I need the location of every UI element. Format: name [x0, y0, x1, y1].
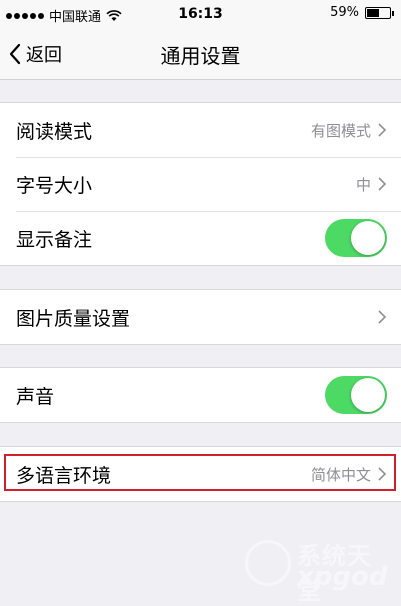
setting-label: 字号大小 [16, 171, 356, 198]
setting-row-image-quality[interactable]: 图片质量设置 [0, 290, 401, 344]
battery-icon [365, 7, 391, 19]
setting-label: 声音 [16, 382, 325, 409]
back-button[interactable]: 返回 [8, 38, 62, 70]
setting-label: 阅读模式 [16, 117, 311, 144]
chevron-right-icon [377, 176, 387, 192]
settings-group-image: 图片质量设置 [0, 289, 401, 345]
setting-row-language[interactable]: 多语言环境 简体中文 [0, 447, 401, 501]
setting-row-show-notes: 显示备注 [0, 211, 401, 265]
setting-label: 多语言环境 [16, 461, 311, 488]
setting-label: 图片质量设置 [16, 304, 371, 331]
chevron-right-icon [377, 309, 387, 325]
settings-group-sound: 声音 [0, 367, 401, 423]
back-label: 返回 [26, 41, 62, 67]
status-bar: 中国联通 16:13 59% [0, 0, 401, 28]
chevron-right-icon [377, 122, 387, 138]
setting-label: 显示备注 [16, 225, 325, 252]
watermark: 系统天堂 xpgod [245, 534, 395, 594]
show-notes-toggle[interactable] [325, 219, 387, 257]
setting-value: 中 [356, 174, 371, 195]
settings-group-reading: 阅读模式 有图模式 字号大小 中 显示备注 [0, 102, 401, 266]
chevron-left-icon [8, 43, 22, 65]
watermark-logo-icon [245, 540, 291, 586]
setting-row-font-size[interactable]: 字号大小 中 [0, 157, 401, 211]
setting-value: 简体中文 [311, 464, 371, 485]
setting-row-sound: 声音 [0, 368, 401, 422]
status-right: 59% [330, 5, 391, 20]
setting-value: 有图模式 [311, 120, 371, 141]
sound-toggle[interactable] [325, 376, 387, 414]
settings-group-language: 多语言环境 简体中文 [0, 446, 401, 502]
watermark-text: xpgod [297, 562, 387, 592]
setting-row-reading-mode[interactable]: 阅读模式 有图模式 [0, 103, 401, 157]
chevron-right-icon [377, 466, 387, 482]
navigation-bar: 返回 通用设置 [0, 28, 401, 80]
battery-percent: 59% [330, 5, 359, 20]
